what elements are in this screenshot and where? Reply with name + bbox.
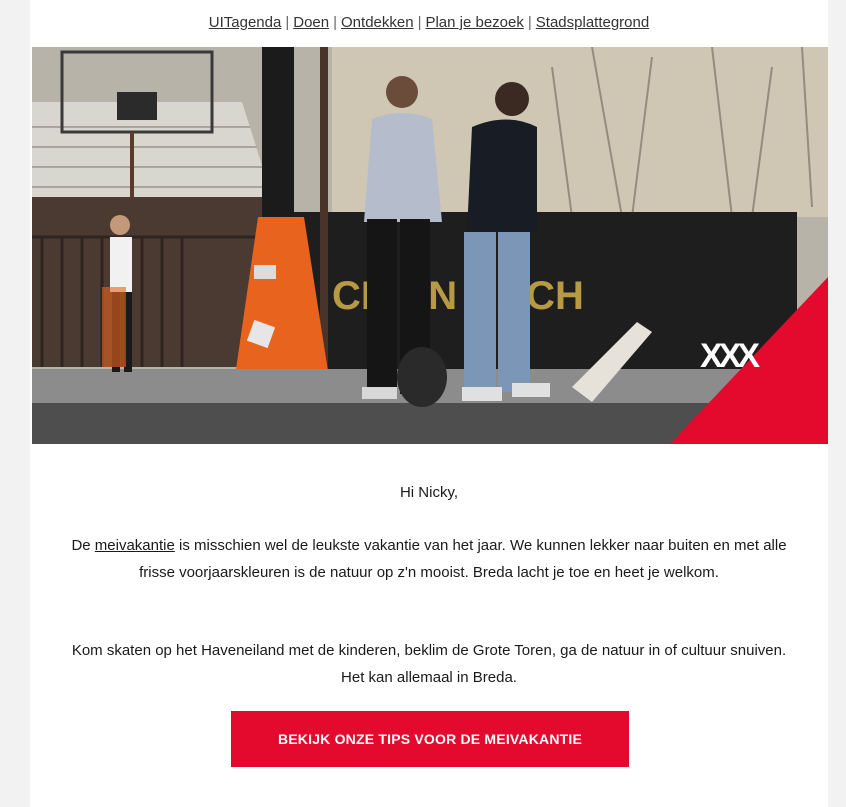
intro-paragraph: De meivakantie is misschien wel de leuks… [70,532,788,586]
nav-link-uitagenda[interactable]: UITagenda [209,14,282,31]
nav-link-ontdekken[interactable]: Ontdekken [341,14,414,31]
activities-paragraph: Kom skaten op het Haveneiland met de kin… [71,642,787,686]
nav-separator: | [285,14,290,31]
email-body: UITagenda | Doen | Ontdekken | Plan je bezoek |… [30,0,828,807]
nav-link-doen[interactable]: Doen [293,14,329,31]
nav-link-plan-je-bezoek[interactable]: Plan je bezoek [425,14,523,31]
meivakantie-link[interactable]: meivakantie [95,537,175,554]
intro-text-start: De [71,537,95,554]
hero-image[interactable]: CR AN RACH XXX [32,47,828,444]
greeting: Hi Nicky, [399,484,459,501]
nav-separator: | [333,14,338,31]
breda-xxx-logo: XXX [700,337,760,375]
nav-separator: | [417,14,422,31]
nav-link-stadsplattegrond[interactable]: Stadsplattegrond [536,14,649,31]
view-tips-button[interactable]: BEKIJK ONZE TIPS VOOR DE MEIVAKANTIE [231,711,629,767]
top-navigation: UITagenda | Doen | Ontdekken | Plan je bezoek |… [30,14,828,31]
intro-text-end: is misschien wel de leukste vakantie van… [139,537,787,581]
nav-separator: | [527,14,532,31]
